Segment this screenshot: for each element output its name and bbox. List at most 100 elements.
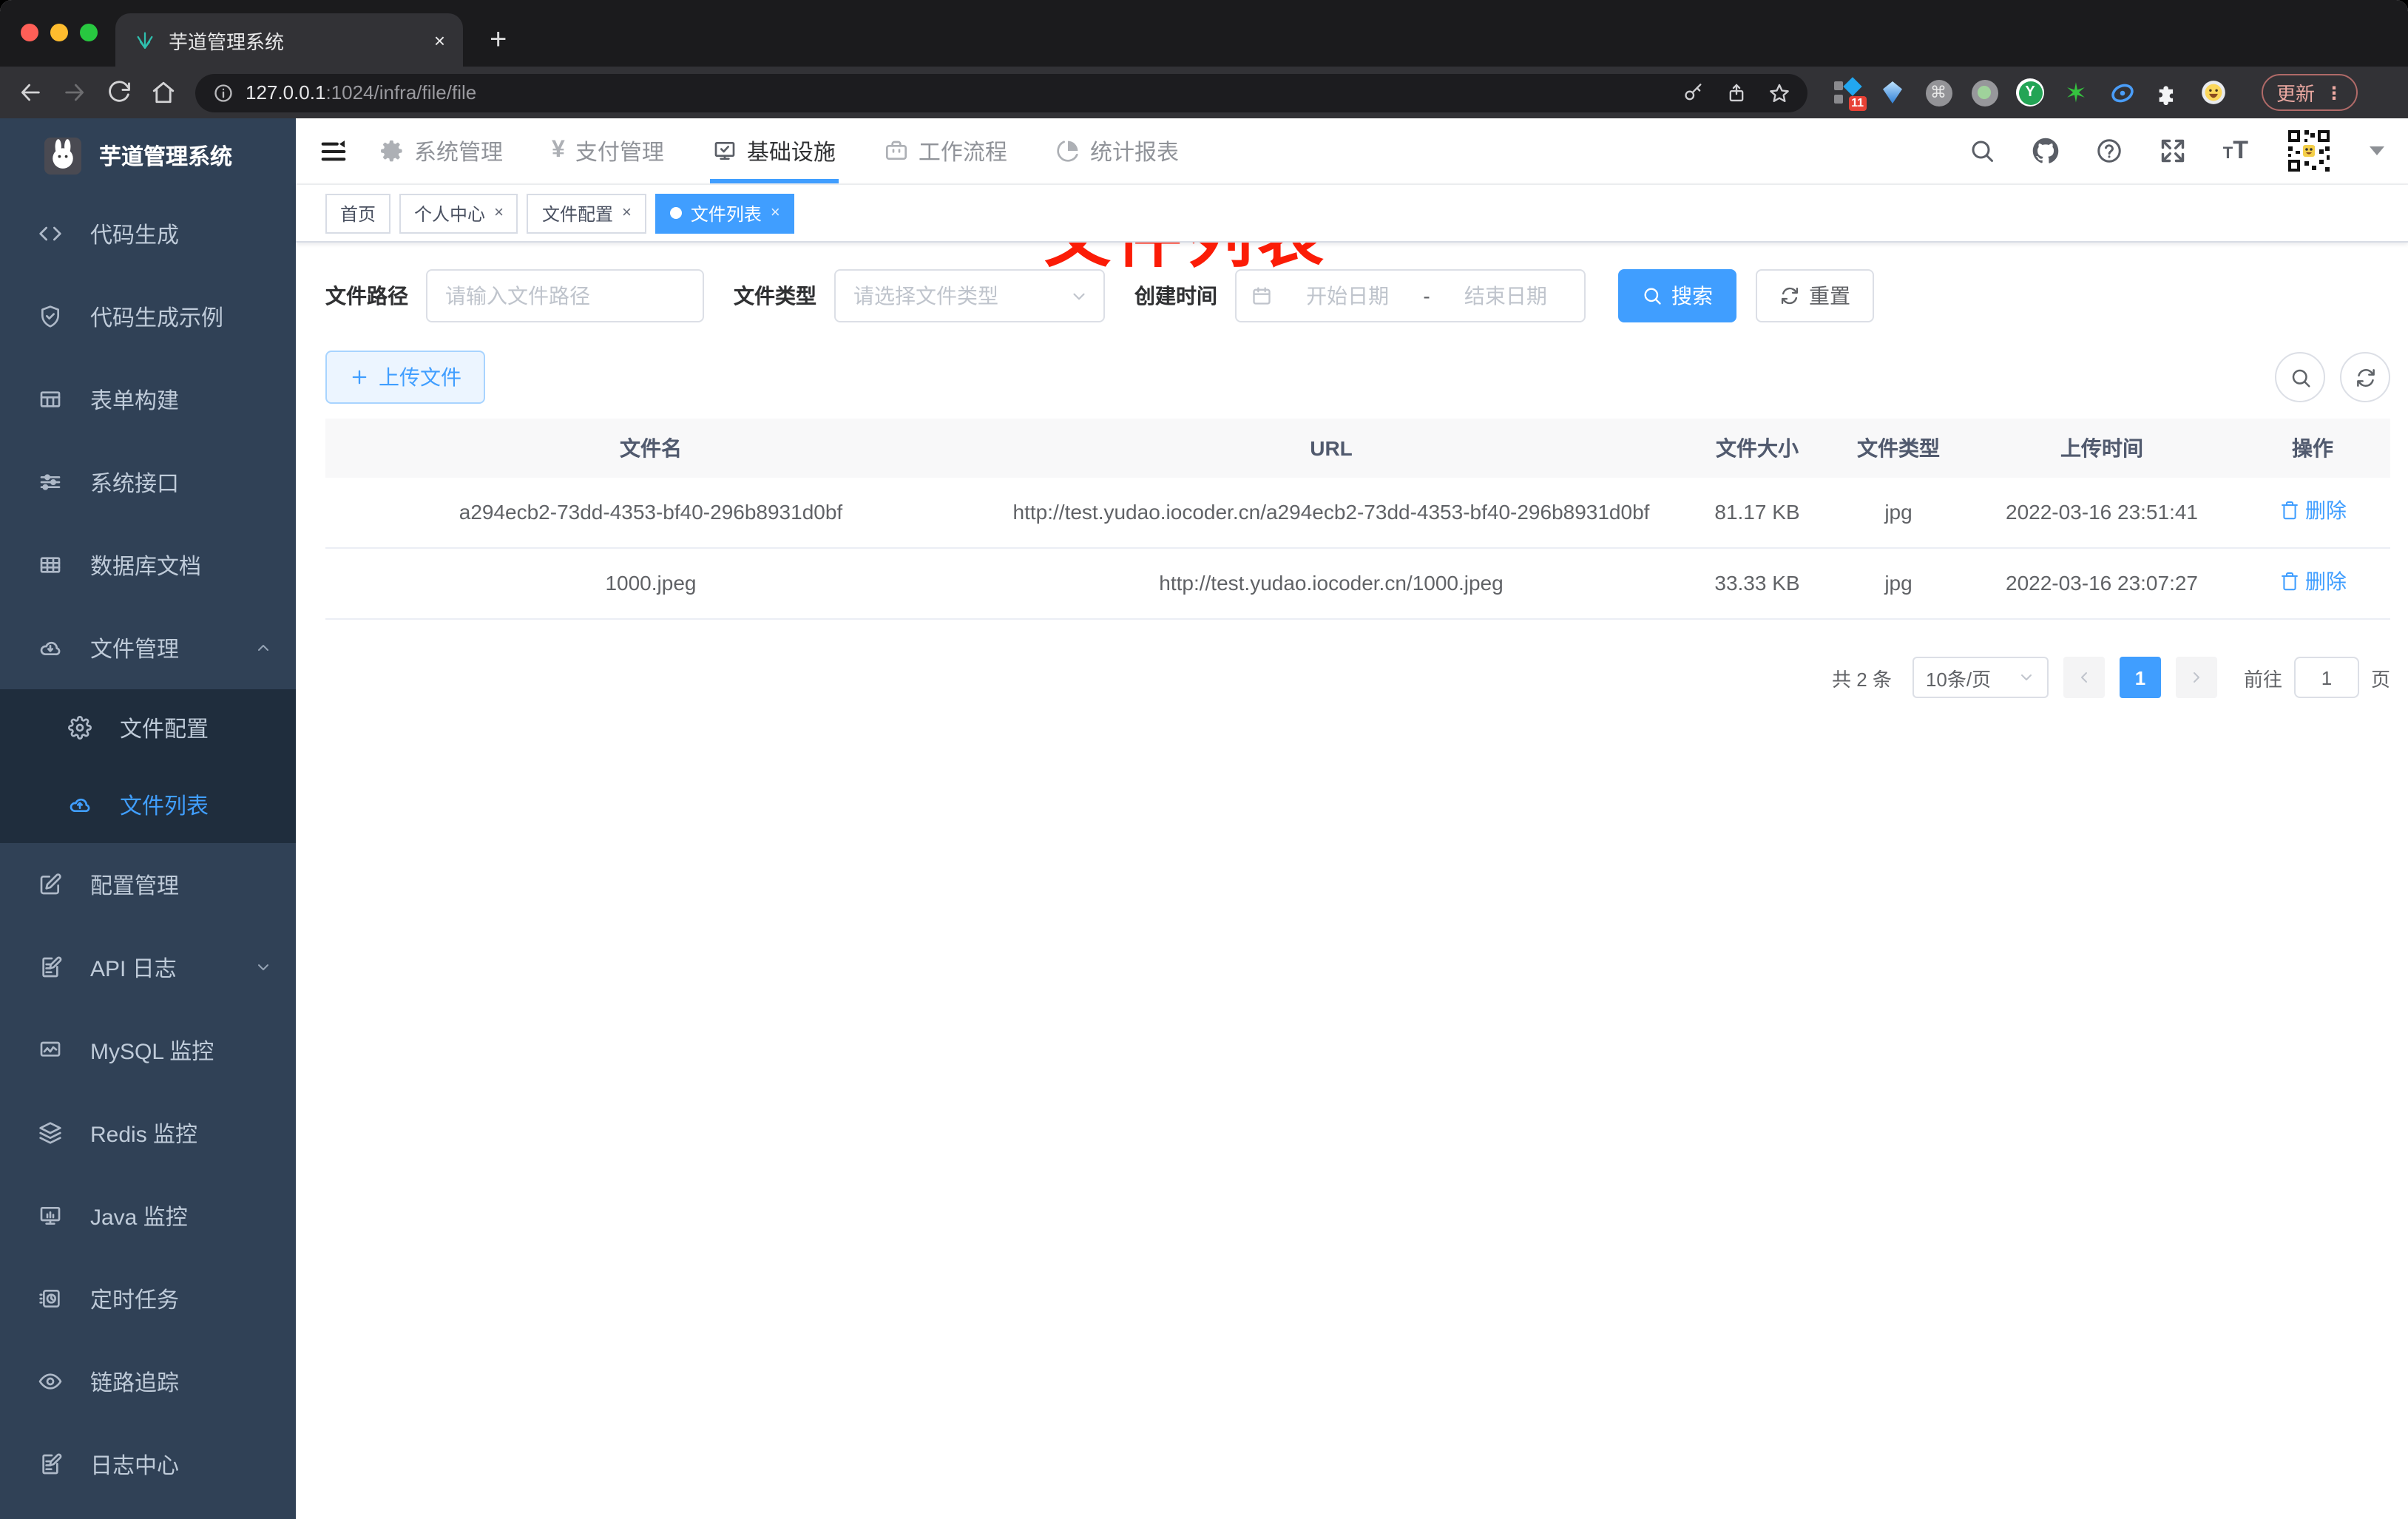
sidebar-item-code-generation[interactable]: 代码生成 (0, 192, 296, 275)
tag-close-icon[interactable]: × (494, 204, 504, 222)
sidebar-item-code-example[interactable]: 代码生成示例 (0, 275, 296, 358)
url-bar[interactable]: 127.0.0.1:1024/infra/file/file (195, 73, 1807, 112)
browser-tab-title: 芋道管理系统 (169, 30, 285, 53)
next-page-button[interactable] (2175, 657, 2217, 698)
sidebar-item-form-builder[interactable]: 表单构建 (0, 358, 296, 441)
cell-file-type: jpg (1884, 500, 1912, 524)
sidebar-item-cron-job[interactable]: 定时任务 (0, 1257, 296, 1340)
sidebar-item-label: 代码生成示例 (90, 305, 224, 331)
sidebar-item-log-center[interactable]: 日志中心 (0, 1423, 296, 1506)
browser-toolbar: 127.0.0.1:1024/infra/file/file 11 ⌘ Y ✶ (0, 67, 2408, 118)
sidebar-item-label: 链路追踪 (90, 1370, 180, 1395)
user-avatar[interactable] (2285, 127, 2333, 175)
delete-button[interactable]: 删除 (2279, 494, 2347, 528)
infra-icon (714, 142, 735, 160)
filter-form: 文件路径 文件类型 请选择文件类型 创建时间 开始日期 - 结束日期 (325, 269, 2408, 322)
extension-emoji-icon[interactable] (2199, 78, 2228, 106)
search-icon[interactable] (1969, 138, 1995, 164)
sidebar-logo-row[interactable]: 芋道管理系统 (0, 118, 296, 192)
tags-view-bar: 首页 个人中心 × 文件配置 × 文件列表 × (296, 185, 2408, 243)
sidebar-item-label: Java 监控 (90, 1205, 188, 1230)
new-tab-button[interactable]: + (490, 25, 507, 55)
reload-icon[interactable] (106, 80, 132, 105)
cloud-up-icon (70, 798, 90, 813)
sidebar-item-java-monitor[interactable]: Java 监控 (0, 1174, 296, 1257)
topnav-item-workflow[interactable]: 工作流程 (885, 118, 1007, 183)
github-icon[interactable] (2032, 138, 2059, 164)
avatar-caret-icon[interactable] (2370, 146, 2384, 155)
extension-eye-icon[interactable] (2108, 78, 2136, 106)
sidebar-item-trace[interactable]: 链路追踪 (0, 1340, 296, 1423)
extension-command-icon[interactable]: ⌘ (1924, 78, 1952, 106)
password-key-icon[interactable] (1683, 82, 1704, 103)
file-path-input[interactable] (426, 269, 704, 322)
fullscreen-icon[interactable] (2160, 138, 2186, 164)
tag-首页[interactable]: 首页 (325, 193, 391, 233)
sidebar-item-mysql-monitor[interactable]: MySQL 监控 (0, 1009, 296, 1092)
sidebar-collapse-icon[interactable] (319, 137, 348, 165)
browser-tab[interactable]: 芋道管理系统 × (115, 13, 463, 67)
sidebar-item-db-doc[interactable]: 数据库文档 (0, 524, 296, 606)
sidebar-item-file-manage[interactable]: 文件管理 (0, 606, 296, 689)
close-window-button[interactable] (21, 24, 38, 41)
current-page-button[interactable]: 1 (2119, 657, 2161, 698)
tag-文件配置[interactable]: 文件配置 × (527, 193, 646, 233)
delete-button[interactable]: 删除 (2279, 565, 2347, 599)
goto-page-input[interactable] (2293, 657, 2359, 698)
minimize-window-button[interactable] (50, 24, 68, 41)
browser-menu-icon[interactable]: ⋮ (2325, 82, 2343, 103)
topnav-item-label: 基础设施 (746, 140, 836, 165)
cell-file-url: http://test.yudao.iocoder.cn/a294ecb2-73… (1012, 500, 1650, 524)
tag-个人中心[interactable]: 个人中心 × (399, 193, 518, 233)
extension-gem-icon[interactable] (1878, 78, 1907, 106)
sidebar-item-file-config[interactable]: 文件配置 (0, 689, 296, 766)
column-header: URL (1310, 436, 1353, 459)
tab-close-icon[interactable]: × (434, 29, 445, 51)
page-size-select[interactable]: 10条/页 (1912, 657, 2049, 698)
search-button[interactable]: 搜索 (1618, 269, 1736, 322)
cell-file-name: 1000.jpeg (605, 571, 697, 595)
site-info-icon[interactable] (213, 82, 234, 103)
home-icon[interactable] (151, 80, 176, 105)
pagination-total: 共 2 条 (1832, 668, 1892, 690)
extension-puzzle-icon[interactable] (2154, 78, 2182, 106)
column-header: 文件类型 (1857, 436, 1940, 459)
font-size-icon[interactable]: TT (2223, 136, 2248, 166)
upload-file-button[interactable]: 上传文件 (325, 351, 485, 404)
bookmark-star-icon[interactable] (1769, 82, 1790, 103)
extension-y-icon[interactable]: Y (2016, 78, 2044, 106)
tag-close-icon[interactable]: × (622, 204, 632, 222)
sidebar-item-config-manage[interactable]: 配置管理 (0, 843, 296, 926)
toggle-search-button[interactable] (2275, 352, 2325, 402)
topnav-item-system[interactable]: 系统管理 (380, 118, 503, 183)
back-icon[interactable] (18, 80, 43, 105)
extension-grid-icon[interactable]: 11 (1833, 77, 1867, 111)
extension-badge: 11 (1848, 96, 1867, 111)
reset-button[interactable]: 重置 (1756, 269, 1874, 322)
sidebar-item-system-api[interactable]: 系统接口 (0, 441, 296, 524)
topnav-item-infra[interactable]: 基础设施 (709, 118, 839, 183)
zoom-window-button[interactable] (80, 24, 98, 41)
topnav-item-payment[interactable]: ¥ 支付管理 (552, 118, 664, 183)
tag-文件列表[interactable]: 文件列表 × (655, 193, 795, 233)
topnav-item-label: 统计报表 (1089, 140, 1179, 165)
prev-page-button[interactable] (2063, 657, 2105, 698)
share-icon[interactable] (1726, 82, 1747, 103)
sidebar-item-label: 日志中心 (90, 1453, 180, 1478)
topnav-item-report[interactable]: 统计报表 (1056, 118, 1179, 183)
help-icon[interactable] (2096, 138, 2123, 164)
refresh-table-button[interactable] (2340, 352, 2390, 402)
calendar-icon (1253, 287, 1271, 305)
extension-star-icon[interactable]: ✶ (2062, 78, 2090, 106)
search-icon (1644, 288, 1661, 305)
sidebar-item-api-log[interactable]: API 日志 (0, 926, 296, 1009)
forward-icon[interactable] (62, 80, 87, 105)
sidebar-item-file-list[interactable]: 文件列表 (0, 766, 296, 843)
gear-solid-icon (381, 140, 402, 162)
chrome-update-button[interactable]: 更新 ⋮ (2262, 74, 2358, 111)
sidebar-item-redis-monitor[interactable]: Redis 监控 (0, 1092, 296, 1174)
tag-close-icon[interactable]: × (771, 204, 780, 222)
column-header: 操作 (2292, 436, 2333, 459)
tag-label: 首页 (340, 203, 376, 224)
extension-record-icon[interactable] (1970, 78, 1998, 106)
